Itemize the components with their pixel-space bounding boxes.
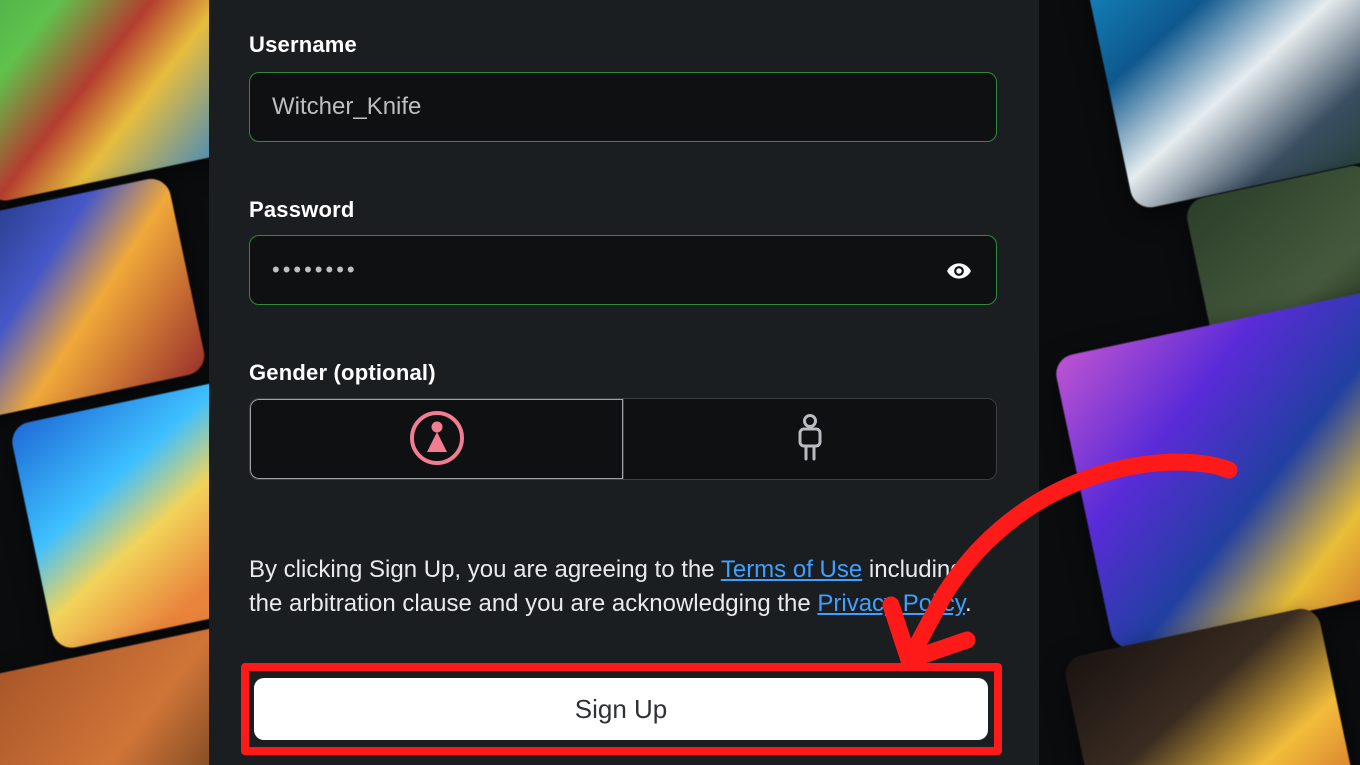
username-input[interactable] [249, 72, 997, 142]
signup-panel: Username Password Gender (optional) [209, 0, 1039, 765]
gender-label: Gender (optional) [249, 360, 436, 386]
terms-of-use-link[interactable]: Terms of Use [721, 556, 862, 583]
bg-tile [0, 0, 244, 204]
gender-selector [249, 398, 997, 480]
terms-text: By clicking Sign Up, you are agreeing to… [249, 553, 997, 621]
male-icon [793, 414, 827, 465]
terms-tail: . [965, 590, 972, 617]
gender-option-male[interactable] [623, 399, 996, 479]
password-input[interactable] [249, 235, 997, 305]
bg-tile [0, 175, 208, 425]
signup-button[interactable]: Sign Up [254, 678, 988, 740]
password-label: Password [249, 197, 355, 223]
bg-tile [1062, 605, 1358, 765]
toggle-password-visibility[interactable] [944, 257, 974, 287]
bg-tile [1053, 288, 1360, 652]
username-label: Username [249, 32, 357, 58]
privacy-policy-link[interactable]: Privacy Policy [817, 590, 965, 617]
gender-option-female[interactable] [250, 399, 623, 479]
terms-lead: By clicking Sign Up, you are agreeing to… [249, 556, 721, 583]
female-icon [409, 410, 465, 469]
eye-icon [946, 258, 972, 287]
